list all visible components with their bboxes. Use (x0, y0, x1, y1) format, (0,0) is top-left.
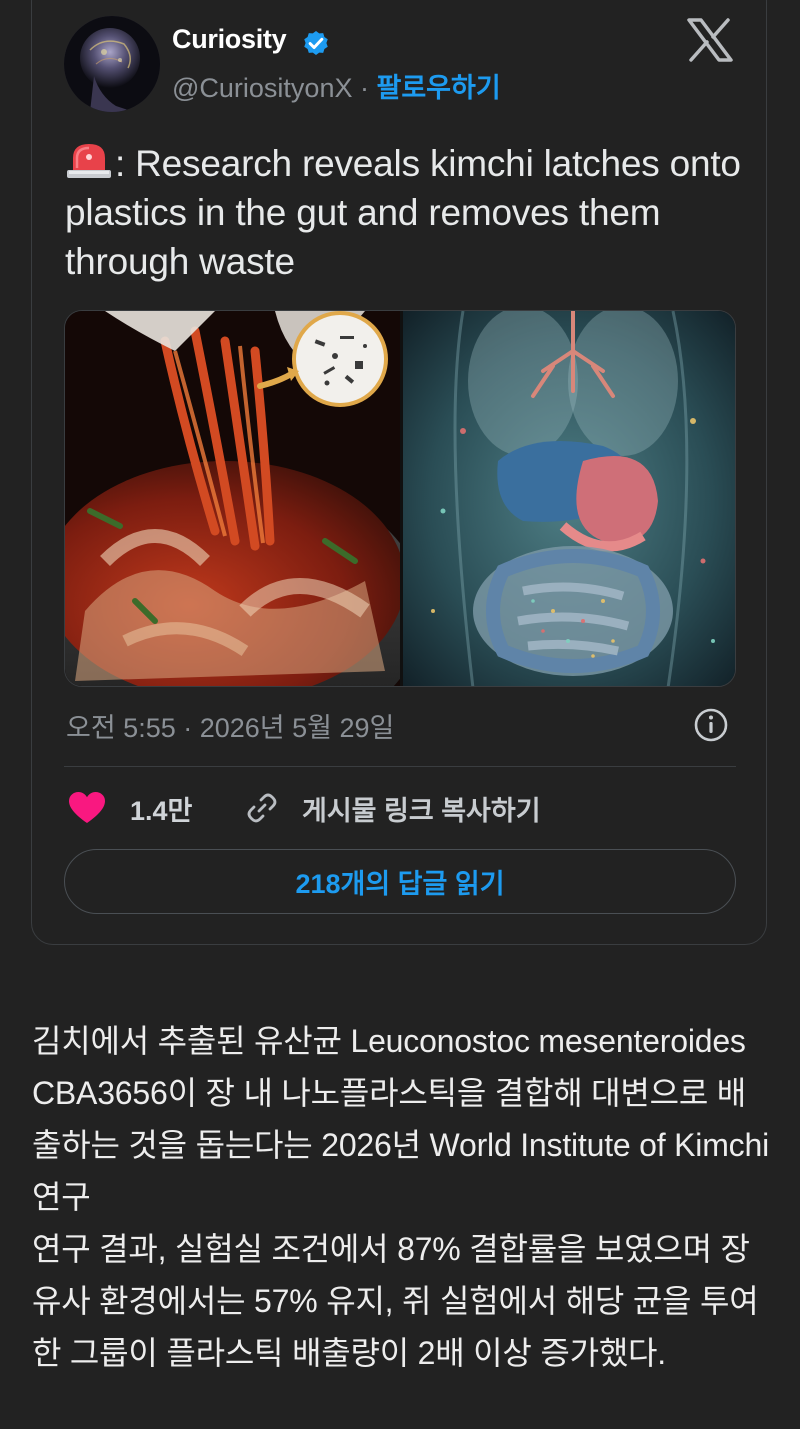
tweet-text-content: : Research reveals kimchi latches onto p… (65, 143, 741, 282)
brain-head-avatar-icon (64, 16, 160, 112)
copy-link-label: 게시물 링크 복사하기 (302, 795, 541, 826)
verified-badge-icon (304, 31, 328, 55)
like-button[interactable]: 1.4만 (68, 788, 192, 828)
copy-link-button[interactable]: 게시물 링크 복사하기 (244, 788, 541, 828)
siren-emoji-icon (67, 144, 111, 178)
follow-button[interactable]: 팔로우하기 (376, 73, 500, 103)
action-divider (64, 766, 736, 767)
avatar[interactable] (64, 16, 160, 112)
kimchi-photo[interactable] (65, 311, 400, 686)
kimchi-image (65, 311, 400, 686)
user-handle[interactable]: @CuriosityonX (172, 73, 352, 103)
tweet-text: : Research reveals kimchi latches onto p… (65, 139, 745, 286)
handle-separator: · (352, 73, 377, 103)
link-icon (247, 793, 277, 823)
tweet-timestamp[interactable]: 오전 5:55 · 2026년 5월 29일 (66, 706, 394, 745)
gut-illustration-image (403, 311, 735, 686)
info-icon[interactable] (693, 707, 729, 743)
article-paragraph-1: 김치에서 추출된 유산균 Leuconostoc mesenteroides C… (32, 1023, 769, 1215)
read-replies-button[interactable]: 218개의 답글 읽기 (64, 849, 736, 914)
like-count: 1.4만 (130, 795, 193, 826)
gut-microplastics-illustration[interactable] (403, 311, 735, 686)
heart-icon (69, 792, 105, 823)
display-name[interactable]: Curiosity (172, 24, 287, 55)
x-logo-icon[interactable] (686, 18, 734, 62)
article-body: 김치에서 추출된 유산균 Leuconostoc mesenteroides C… (32, 1015, 772, 1379)
tweet-media[interactable] (64, 310, 736, 687)
handle-row: @CuriosityonX · 팔로우하기 (172, 66, 501, 105)
article-paragraph-2: 연구 결과, 실험실 조건에서 87% 결합률을 보였으며 장 유사 환경에서는… (32, 1231, 759, 1371)
